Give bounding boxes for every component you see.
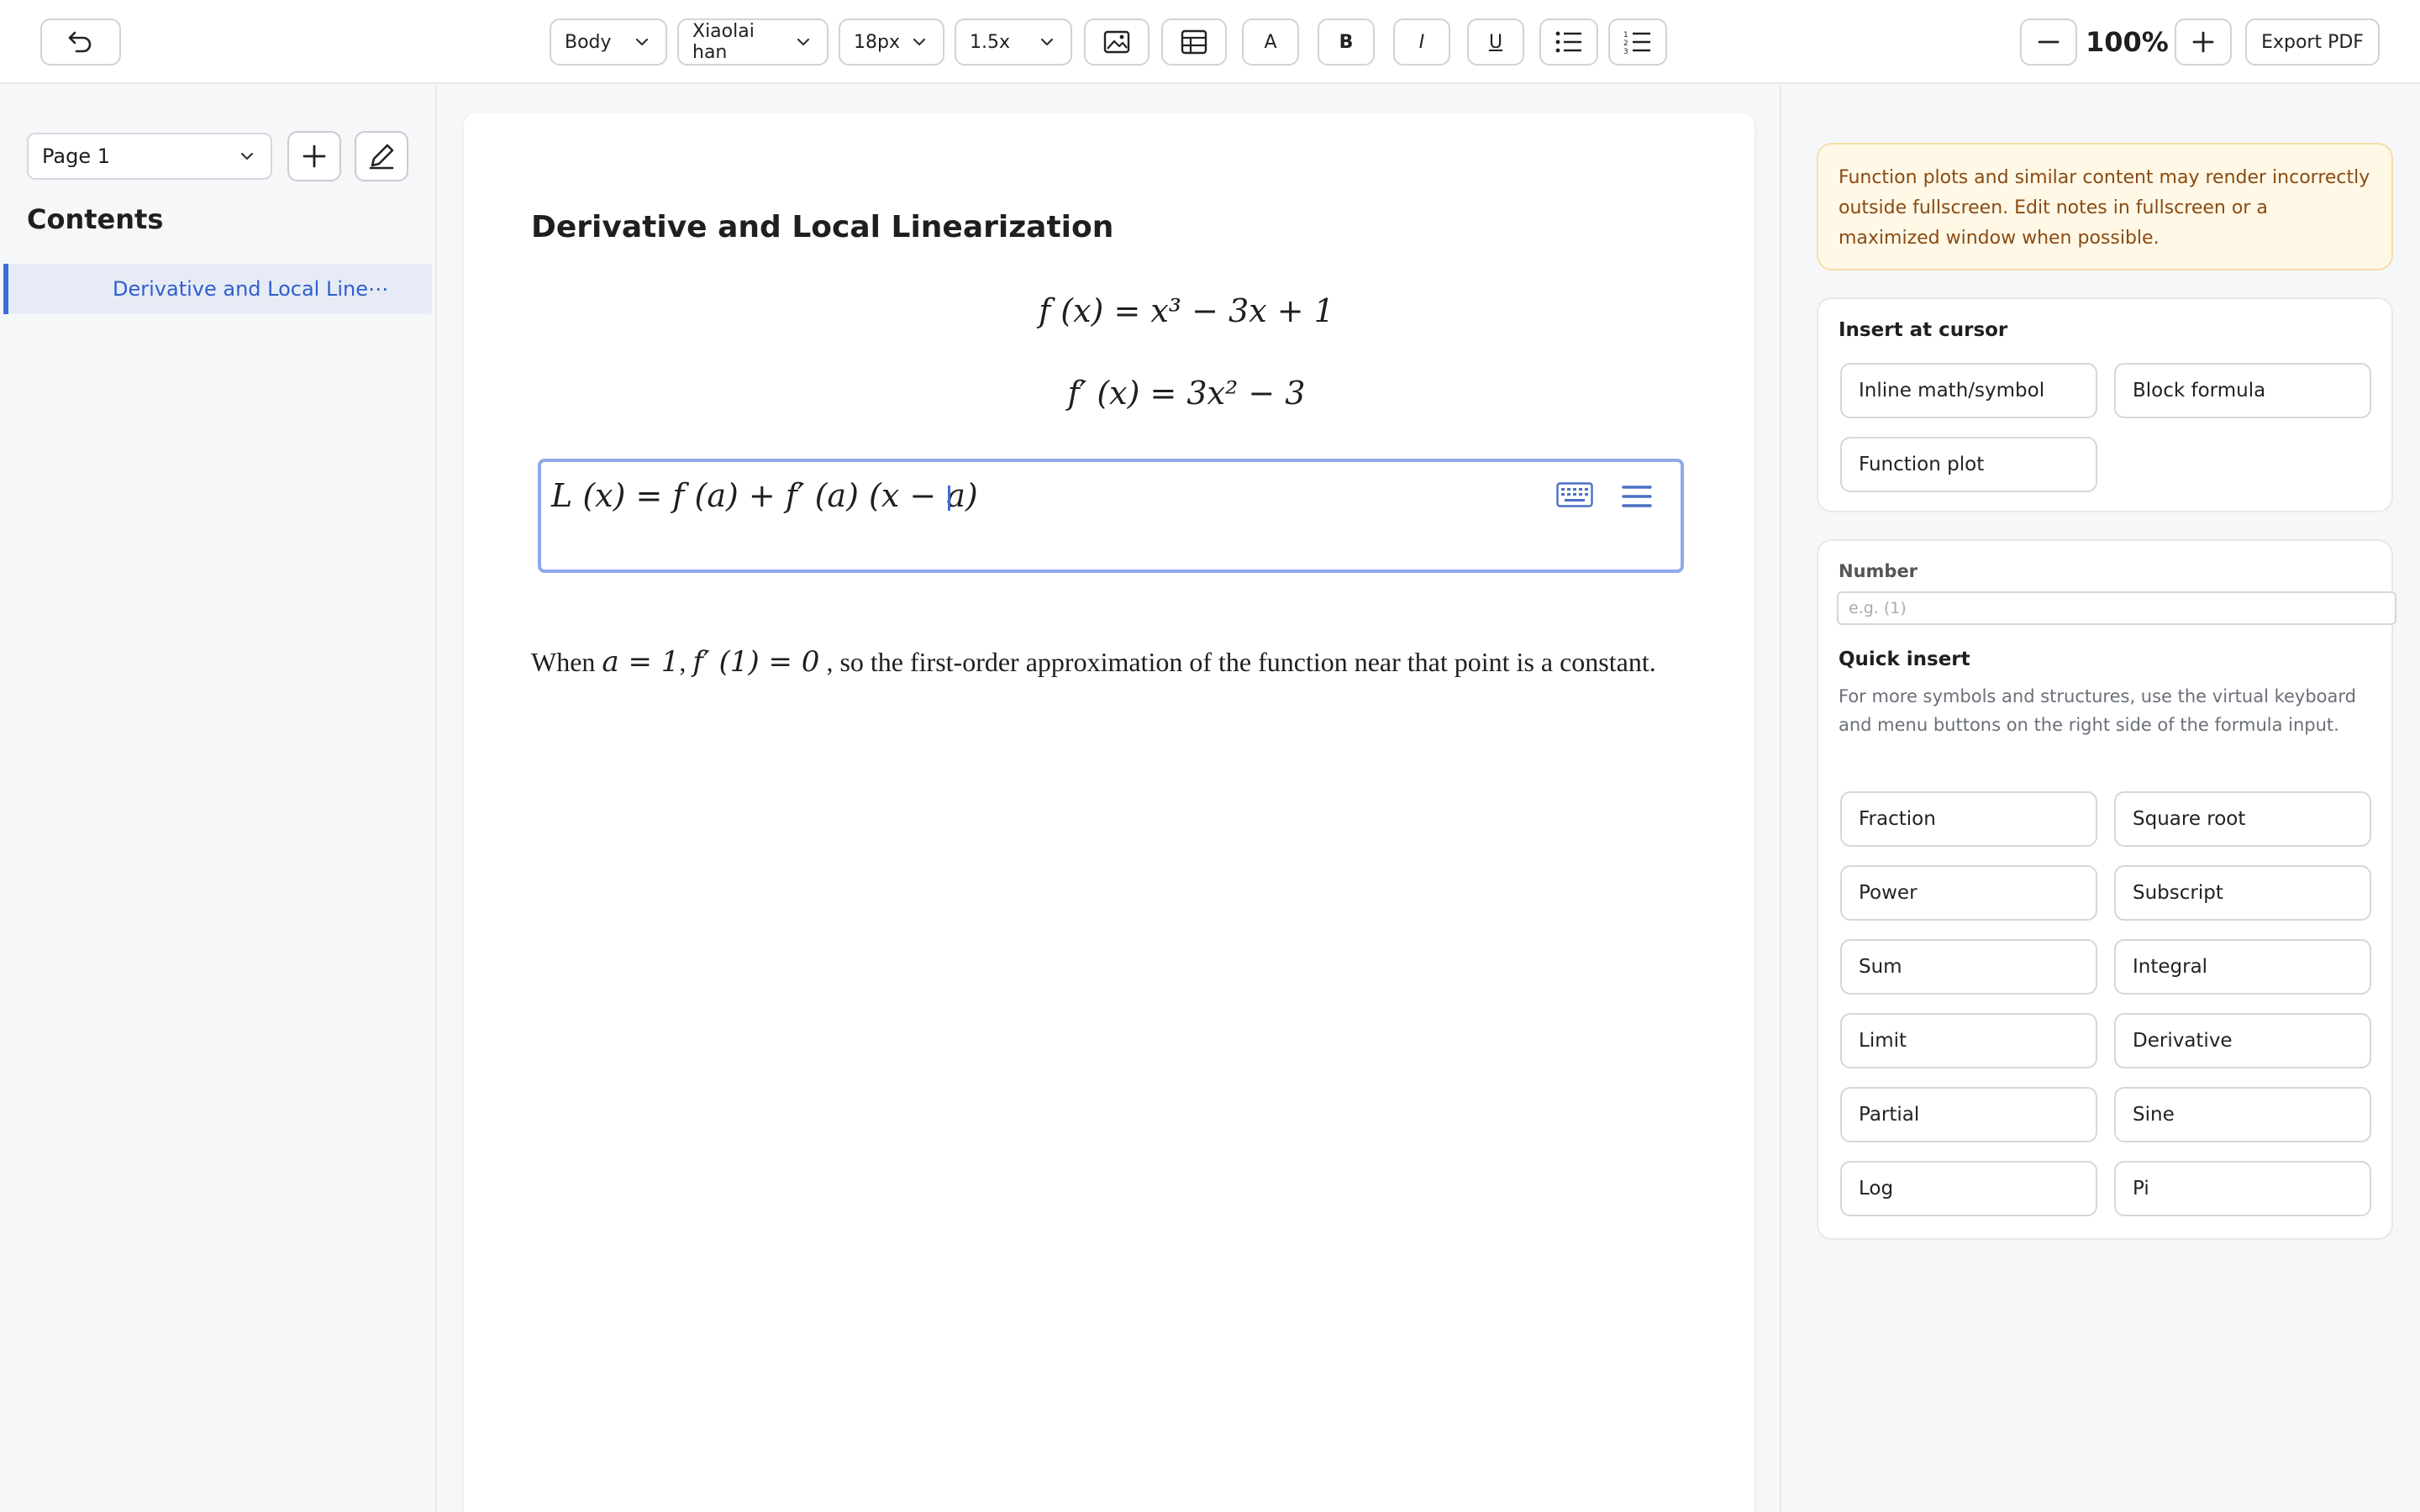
numbered-list-button[interactable]: 1 2 3 <box>1608 18 1667 66</box>
keyboard-icon[interactable] <box>1556 482 1593 507</box>
bold-label: B <box>1339 31 1354 53</box>
document-page[interactable]: Derivative and Local Linearization f (x)… <box>464 113 1754 1512</box>
number-input[interactable] <box>1837 591 2396 625</box>
chevron-down-icon <box>913 38 926 46</box>
document-title[interactable]: Derivative and Local Linearization <box>531 210 1113 244</box>
sum-button[interactable]: Sum <box>1840 939 2097 995</box>
inline-formula[interactable]: a = 1 <box>602 645 679 679</box>
svg-text:3: 3 <box>1623 48 1628 55</box>
toolbar: Body Xiaolai han 18px 1.5x A B I U 1 2 3… <box>0 0 2420 84</box>
page-select-value: Page 1 <box>42 144 110 168</box>
export-pdf-label: Export PDF <box>2261 31 2364 53</box>
chevron-down-icon <box>797 38 810 46</box>
block-formula-2[interactable]: f′ (x) = 3x² − 3 <box>968 375 1405 412</box>
function-plot-button[interactable]: Function plot <box>1840 437 2097 492</box>
font-family-value: Xiaolai han <box>692 21 755 63</box>
right-panel: Function plots and similar content may r… <box>1780 86 2420 1512</box>
paragraph-style-value: Body <box>565 31 612 53</box>
zoom-level: 100% <box>2086 26 2169 58</box>
subscript-button[interactable]: Subscript <box>2114 865 2371 921</box>
undo-icon <box>68 31 92 53</box>
chevron-down-icon <box>240 152 254 160</box>
toc-item[interactable]: Derivative and Local Line⋯ <box>3 264 432 314</box>
bold-button[interactable]: B <box>1318 18 1375 66</box>
derivative-button[interactable]: Derivative <box>2114 1013 2371 1068</box>
menu-icon[interactable] <box>1622 484 1652 509</box>
quick-insert-card: Number Quick insert For more symbols and… <box>1817 539 2396 1240</box>
page-select[interactable]: Page 1 <box>27 133 272 180</box>
bullet-list-icon <box>1555 31 1581 53</box>
plus-icon <box>302 144 326 168</box>
edit-pen-icon <box>369 144 394 170</box>
formula-editor-input[interactable]: L (x) = f (a) + f′ (a) (x − a) <box>551 477 978 514</box>
font-size-value: 18px <box>854 31 900 53</box>
limit-button[interactable]: Limit <box>1840 1013 2097 1068</box>
undo-button[interactable] <box>40 18 121 66</box>
insert-image-button[interactable] <box>1084 18 1150 66</box>
block-formula-button[interactable]: Block formula <box>2114 363 2371 418</box>
numbered-list-icon: 1 2 3 <box>1623 31 1650 55</box>
underline-label: U <box>1488 31 1503 53</box>
bullet-list-button[interactable] <box>1539 18 1598 66</box>
paragraph-text: , <box>679 647 687 677</box>
rename-page-button[interactable] <box>355 131 408 181</box>
insert-at-cursor-card: Insert at cursor Inline math/symbol Bloc… <box>1817 297 2393 512</box>
text-cursor <box>948 486 950 511</box>
minus-icon <box>2038 40 2060 44</box>
quick-insert-title: Quick insert <box>1839 648 1970 670</box>
paragraph-text: When <box>531 647 596 677</box>
font-size-select[interactable]: 18px <box>839 18 944 66</box>
integral-button[interactable]: Integral <box>2114 939 2371 995</box>
pi-button[interactable]: Pi <box>2114 1161 2371 1216</box>
block-formula-1[interactable]: f (x) = x³ − 3x + 1 <box>968 292 1405 329</box>
square-root-button[interactable]: Square root <box>2114 791 2371 847</box>
sine-button[interactable]: Sine <box>2114 1087 2371 1142</box>
paragraph[interactable]: When a = 1, f′ (1) = 0 , so the first-or… <box>531 645 1707 679</box>
partial-button[interactable]: Partial <box>1840 1087 2097 1142</box>
contents-heading: Contents <box>27 203 164 235</box>
table-icon <box>1181 29 1207 55</box>
insert-table-button[interactable] <box>1161 18 1227 66</box>
text-color-button[interactable]: A <box>1242 18 1299 66</box>
svg-text:1: 1 <box>1623 31 1628 39</box>
plus-icon <box>2192 31 2214 53</box>
quick-insert-description: For more symbols and structures, use the… <box>1839 686 2356 735</box>
insert-at-cursor-title: Insert at cursor <box>1839 319 2008 341</box>
log-button[interactable]: Log <box>1840 1161 2097 1216</box>
sidebar: Page 1 Contents Derivative and Local Lin… <box>0 86 437 1512</box>
zoom-in-button[interactable] <box>2175 18 2232 66</box>
inline-formula[interactable]: f′ (1) = 0 <box>692 645 819 679</box>
italic-button[interactable]: I <box>1393 18 1450 66</box>
paragraph-style-select[interactable]: Body <box>550 18 667 66</box>
fraction-button[interactable]: Fraction <box>1840 791 2097 847</box>
number-label: Number <box>1839 561 1918 581</box>
font-family-select[interactable]: Xiaolai han <box>677 18 829 66</box>
line-height-select[interactable]: 1.5x <box>955 18 1072 66</box>
power-button[interactable]: Power <box>1840 865 2097 921</box>
export-pdf-button[interactable]: Export PDF <box>2245 18 2380 66</box>
inline-math-button[interactable]: Inline math/symbol <box>1840 363 2097 418</box>
add-page-button[interactable] <box>287 131 341 181</box>
zoom-out-button[interactable] <box>2020 18 2077 66</box>
chevron-down-icon <box>1040 38 1054 46</box>
paragraph-text: , so the first-order approximation of th… <box>826 647 1656 677</box>
chevron-down-icon <box>635 38 649 46</box>
svg-text:2: 2 <box>1623 39 1628 48</box>
underline-button[interactable]: U <box>1467 18 1524 66</box>
line-height-value: 1.5x <box>970 31 1011 53</box>
fullscreen-warning: Function plots and similar content may r… <box>1817 143 2393 270</box>
image-icon <box>1103 30 1130 54</box>
text-color-label: A <box>1264 31 1277 53</box>
formula-editor[interactable]: L (x) = f (a) + f′ (a) (x − a) <box>538 459 1684 573</box>
italic-label: I <box>1418 31 1425 53</box>
